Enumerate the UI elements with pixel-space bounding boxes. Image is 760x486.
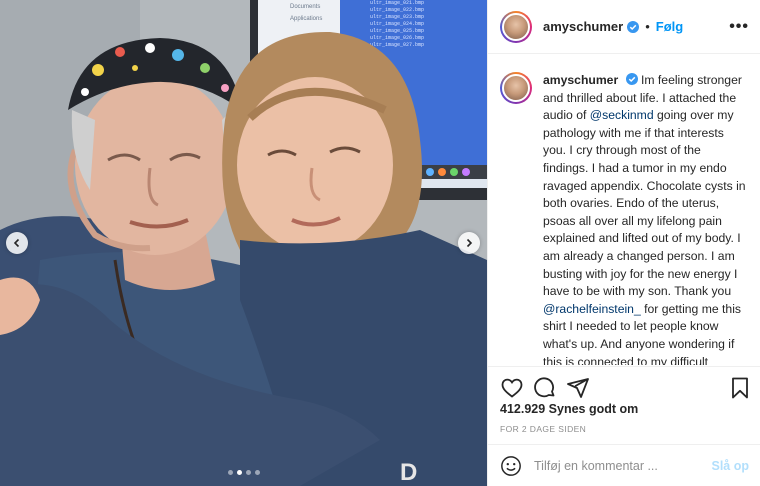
mention-link[interactable]: @seckinmd <box>590 108 654 122</box>
post-caption: amyschumer Im feeling stronger and thril… <box>543 72 749 365</box>
comment-input[interactable] <box>534 458 712 473</box>
carousel-prev-button[interactable] <box>6 232 28 254</box>
caption-row: amyschumer Im feeling stronger and thril… <box>488 55 760 365</box>
screen-file-list: ultr_image_021.bmp ultr_image_022.bmp ul… <box>370 0 424 48</box>
svg-text:ultr_image_024.bmp: ultr_image_024.bmp <box>370 21 424 27</box>
comments-scroll-area[interactable]: amyschumer Im feeling stronger and thril… <box>488 55 760 365</box>
caption-username[interactable]: amyschumer <box>543 73 618 87</box>
chevron-left-icon <box>13 238 20 248</box>
svg-text:ultr_image_021.bmp: ultr_image_021.bmp <box>370 0 424 6</box>
verified-badge-icon <box>625 73 638 85</box>
post-header: amyschumer • Følg ••• <box>488 0 760 54</box>
post-comment-button[interactable]: Slå op <box>711 459 749 473</box>
svg-text:ultr_image_023.bmp: ultr_image_023.bmp <box>370 14 424 20</box>
svg-text:ultr_image_026.bmp: ultr_image_026.bmp <box>370 35 424 41</box>
carousel-dot <box>246 470 251 475</box>
post-side-panel: amyschumer • Følg ••• amyschumer Im feel… <box>487 0 760 486</box>
caption-text-2: going over my pathology with me if that … <box>543 108 746 299</box>
svg-text:D: D <box>400 459 417 486</box>
carousel-indicator <box>228 470 260 475</box>
carousel-next-button[interactable] <box>458 232 480 254</box>
svg-text:ultr_image_027.bmp: ultr_image_027.bmp <box>370 42 424 48</box>
post-photo[interactable]: ultr_image_021.bmp ultr_image_022.bmp ul… <box>0 0 487 486</box>
chevron-right-icon <box>466 238 473 248</box>
svg-text:Documents: Documents <box>290 4 320 10</box>
separator-dot: • <box>645 19 650 34</box>
likes-count[interactable]: 412.929 Synes godt om <box>500 402 638 416</box>
follow-button[interactable]: Følg <box>656 19 683 34</box>
comment-form: Slå op <box>488 444 760 486</box>
post-timestamp[interactable]: FOR 2 DAGE SIDEN <box>500 424 586 434</box>
carousel-dot <box>255 470 260 475</box>
avatar[interactable] <box>500 10 532 43</box>
share-icon[interactable] <box>566 376 590 400</box>
svg-text:ultr_image_025.bmp: ultr_image_025.bmp <box>370 28 424 34</box>
svg-text:Applications: Applications <box>290 16 322 22</box>
bookmark-icon[interactable] <box>728 376 752 400</box>
emoji-icon[interactable] <box>500 455 522 477</box>
comment-icon[interactable] <box>533 376 557 400</box>
svg-text:ultr_image_022.bmp: ultr_image_022.bmp <box>370 7 424 13</box>
carousel-dot-active <box>237 470 242 475</box>
more-options-icon[interactable]: ••• <box>729 18 749 36</box>
verified-badge-icon <box>627 20 640 33</box>
avatar[interactable] <box>500 72 532 104</box>
carousel-dot <box>228 470 233 475</box>
heart-icon[interactable] <box>500 376 524 400</box>
action-bar <box>488 366 760 406</box>
username-link[interactable]: amyschumer <box>543 19 623 34</box>
mention-link[interactable]: @rachelfeinstein_ <box>543 302 641 316</box>
photo-scene: ultr_image_021.bmp ultr_image_022.bmp ul… <box>0 0 487 486</box>
